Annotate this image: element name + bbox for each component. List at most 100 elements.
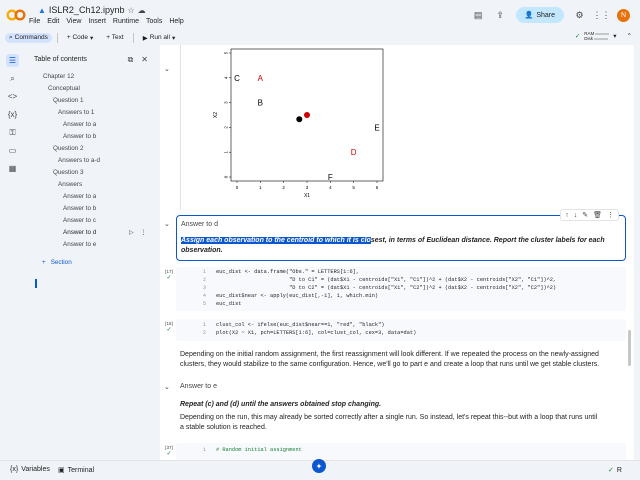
- move-down-icon[interactable]: ↓: [574, 212, 578, 219]
- close-icon[interactable]: ✕: [141, 55, 148, 65]
- notebook-area[interactable]: ⌄ 0 1 2 3 4 5 6 0 1 2 3 4 5 X1 X2 C A B E D F ⌄ Answer to d …: [160, 45, 634, 460]
- toc-item-question-3[interactable]: Question 3: [53, 169, 83, 176]
- add-text-button[interactable]: + Text: [102, 33, 127, 42]
- point-label-a: A: [258, 74, 264, 83]
- chevron-down-icon[interactable]: ▾: [613, 32, 616, 40]
- code-cell-plot[interactable]: [18] ✓ 1 clust_col <- ifelse(euc_dist$near…: [165, 319, 626, 341]
- colab-logo[interactable]: [6, 9, 26, 23]
- share-icon-small[interactable]: ⇪: [494, 9, 507, 22]
- execution-count[interactable]: [37] ✓: [164, 445, 174, 457]
- notebook-name[interactable]: ISLR2_Ch12.ipynb: [49, 5, 125, 15]
- success-check-icon: ✓: [166, 275, 172, 281]
- toc-header-actions: ⧉ ✕: [128, 55, 148, 65]
- open-in-tab-icon[interactable]: ⧉: [128, 55, 134, 65]
- code-line: 3 "D to C2" = (dat$X1 - centroids["X1", …: [202, 285, 557, 291]
- run-all-button[interactable]: ▶ Run all ▾: [139, 33, 180, 43]
- x-tick-label: 5: [352, 185, 355, 190]
- toc-item-answer-to-b[interactable]: Answer to b: [63, 133, 96, 140]
- menu-edit[interactable]: Edit: [47, 18, 59, 25]
- markdown-paragraph: Depending on the initial random assignme…: [180, 351, 600, 368]
- menu-help[interactable]: Help: [169, 18, 183, 25]
- play-icon: ▶: [142, 34, 148, 42]
- table-of-contents-icon[interactable]: ☰: [6, 54, 19, 67]
- secrets-key-icon[interactable]: ⚿: [6, 126, 19, 139]
- y-tick-label: 2: [224, 126, 229, 129]
- toc-item-conceptual[interactable]: Conceptual: [48, 85, 80, 92]
- settings-gear-icon[interactable]: ⚙: [573, 9, 586, 22]
- variables-button[interactable]: {x} Variables: [10, 466, 50, 473]
- edit-pencil-icon[interactable]: ✎: [582, 211, 588, 219]
- code-snippets-icon[interactable]: <>: [6, 90, 19, 103]
- y-tick-label: 0: [224, 175, 229, 178]
- point-label-d: D: [351, 148, 357, 157]
- toc-item-question-2[interactable]: Question 2: [53, 145, 83, 152]
- toolbar-divider: [132, 32, 134, 43]
- x-axis-label: X1: [304, 193, 310, 199]
- toc-item-chapter-12[interactable]: Chapter 12: [43, 73, 74, 80]
- left-rail: ☰ ⌕ <> {x} ⚿ ▭ ▦: [0, 50, 26, 460]
- chevron-down-icon[interactable]: ⌄: [164, 383, 170, 391]
- chevron-down-icon[interactable]: ⌄: [164, 65, 170, 73]
- toc-item-answer-to-a[interactable]: Answer to a: [63, 121, 96, 128]
- move-up-icon[interactable]: ↑: [565, 212, 569, 219]
- toc-item-answer-to-b-2[interactable]: Answer to b: [63, 205, 96, 212]
- toc-item-answer-to-d[interactable]: Answer to d: [63, 229, 96, 236]
- share-button[interactable]: 👤 Share: [515, 7, 564, 23]
- markdown-body: Assign each observation to the centroid …: [181, 236, 621, 256]
- centroid-point-2: [296, 116, 303, 123]
- x-tick-label: 4: [329, 185, 332, 190]
- cell-action-toolbar: ↑ ↓ ✎ 🗑 ⋮: [560, 209, 619, 221]
- runtime-status[interactable]: ✓ RAM Disk ▾ ⌃: [575, 31, 632, 41]
- markdown-cell-answer-d[interactable]: Answer to d ↑ ↓ ✎ 🗑 ⋮ Assign each observ…: [176, 209, 626, 261]
- chevron-down-icon[interactable]: ⌄: [164, 220, 170, 228]
- menu-insert[interactable]: Insert: [88, 18, 106, 25]
- connected-check-icon: ✓: [574, 33, 581, 40]
- variables-icon: {x}: [10, 466, 19, 473]
- notebook-toolbar: ⌕ Commands + Code ▾ + Text ▶ Run all ▾ ✓…: [0, 30, 640, 45]
- notebook-scrollbar[interactable]: [628, 330, 631, 366]
- menu-runtime[interactable]: Runtime: [113, 18, 139, 25]
- gemini-sparkle-button[interactable]: ✦: [312, 459, 326, 473]
- title-bar: ▲ ISLR2_Ch12.ipynb ☆ ☁ File Edit View In…: [0, 0, 640, 30]
- menu-tools[interactable]: Tools: [146, 18, 162, 25]
- more-vert-icon[interactable]: ⋮: [141, 229, 147, 236]
- toc-item-answer-to-c[interactable]: Answer to c: [63, 217, 96, 224]
- toc-item-question-1[interactable]: Question 1: [53, 97, 83, 104]
- code-line: 1 euc_dist <- data.frame("Obs." = LETTERS…: [202, 269, 360, 275]
- files-folder-icon[interactable]: ▭: [6, 144, 19, 157]
- delete-icon[interactable]: 🗑: [593, 211, 602, 219]
- star-icon[interactable]: ☆: [127, 6, 134, 15]
- comments-icon[interactable]: ▤: [472, 9, 485, 22]
- code-cell-loop[interactable]: [37] ✓ 1 # Random initial assignment: [165, 443, 626, 460]
- variables-icon[interactable]: {x}: [6, 108, 19, 121]
- x-tick-label: 3: [306, 185, 309, 190]
- toc-item-answers-to-a-d[interactable]: Answers to a-d: [58, 157, 100, 164]
- terminal-button[interactable]: ▣ Terminal: [58, 466, 94, 475]
- code-line: 4 euc_dist$near <- apply(euc_dist[,-1], 1…: [202, 293, 379, 299]
- add-code-button[interactable]: + Code ▾: [63, 33, 97, 43]
- success-check-icon: ✓: [166, 451, 172, 457]
- menu-view[interactable]: View: [66, 18, 81, 25]
- play-icon[interactable]: ▷: [129, 229, 134, 236]
- menu-file[interactable]: File: [29, 18, 40, 25]
- more-vert-icon[interactable]: ⋮: [607, 211, 614, 219]
- chevron-up-icon[interactable]: ⌃: [627, 32, 632, 40]
- kernel-status[interactable]: ✓ R: [608, 466, 622, 475]
- markdown-paragraph: Depending on the run, this may already b…: [180, 414, 598, 431]
- code-cell-euc-dist[interactable]: [17] ✓ 1 euc_dist <- data.frame("Obs." = L…: [165, 267, 626, 311]
- search-icon[interactable]: ⌕: [6, 72, 19, 85]
- toc-item-answer-to-a-2[interactable]: Answer to a: [63, 193, 96, 200]
- top-right-actions: ▤ ⇪ 👤 Share ⚙ ⋮⋮ N: [472, 6, 640, 24]
- data-table-icon[interactable]: ▦: [6, 162, 19, 175]
- add-section-button[interactable]: + Section: [42, 259, 72, 266]
- execution-count[interactable]: [17] ✓: [164, 269, 174, 281]
- avatar[interactable]: N: [617, 8, 630, 22]
- apps-grid-icon[interactable]: ⋮⋮: [593, 9, 611, 22]
- toc-item-answers-to-1[interactable]: Answers to 1: [58, 109, 94, 116]
- execution-count[interactable]: [18] ✓: [164, 321, 174, 333]
- toc-item-answers[interactable]: Answers: [58, 181, 82, 188]
- commands-button[interactable]: ⌕ Commands: [5, 32, 52, 43]
- toc-item-answer-to-e[interactable]: Answer to e: [63, 241, 96, 248]
- plus-icon: +: [42, 259, 46, 266]
- terminal-icon: ▣: [58, 467, 65, 474]
